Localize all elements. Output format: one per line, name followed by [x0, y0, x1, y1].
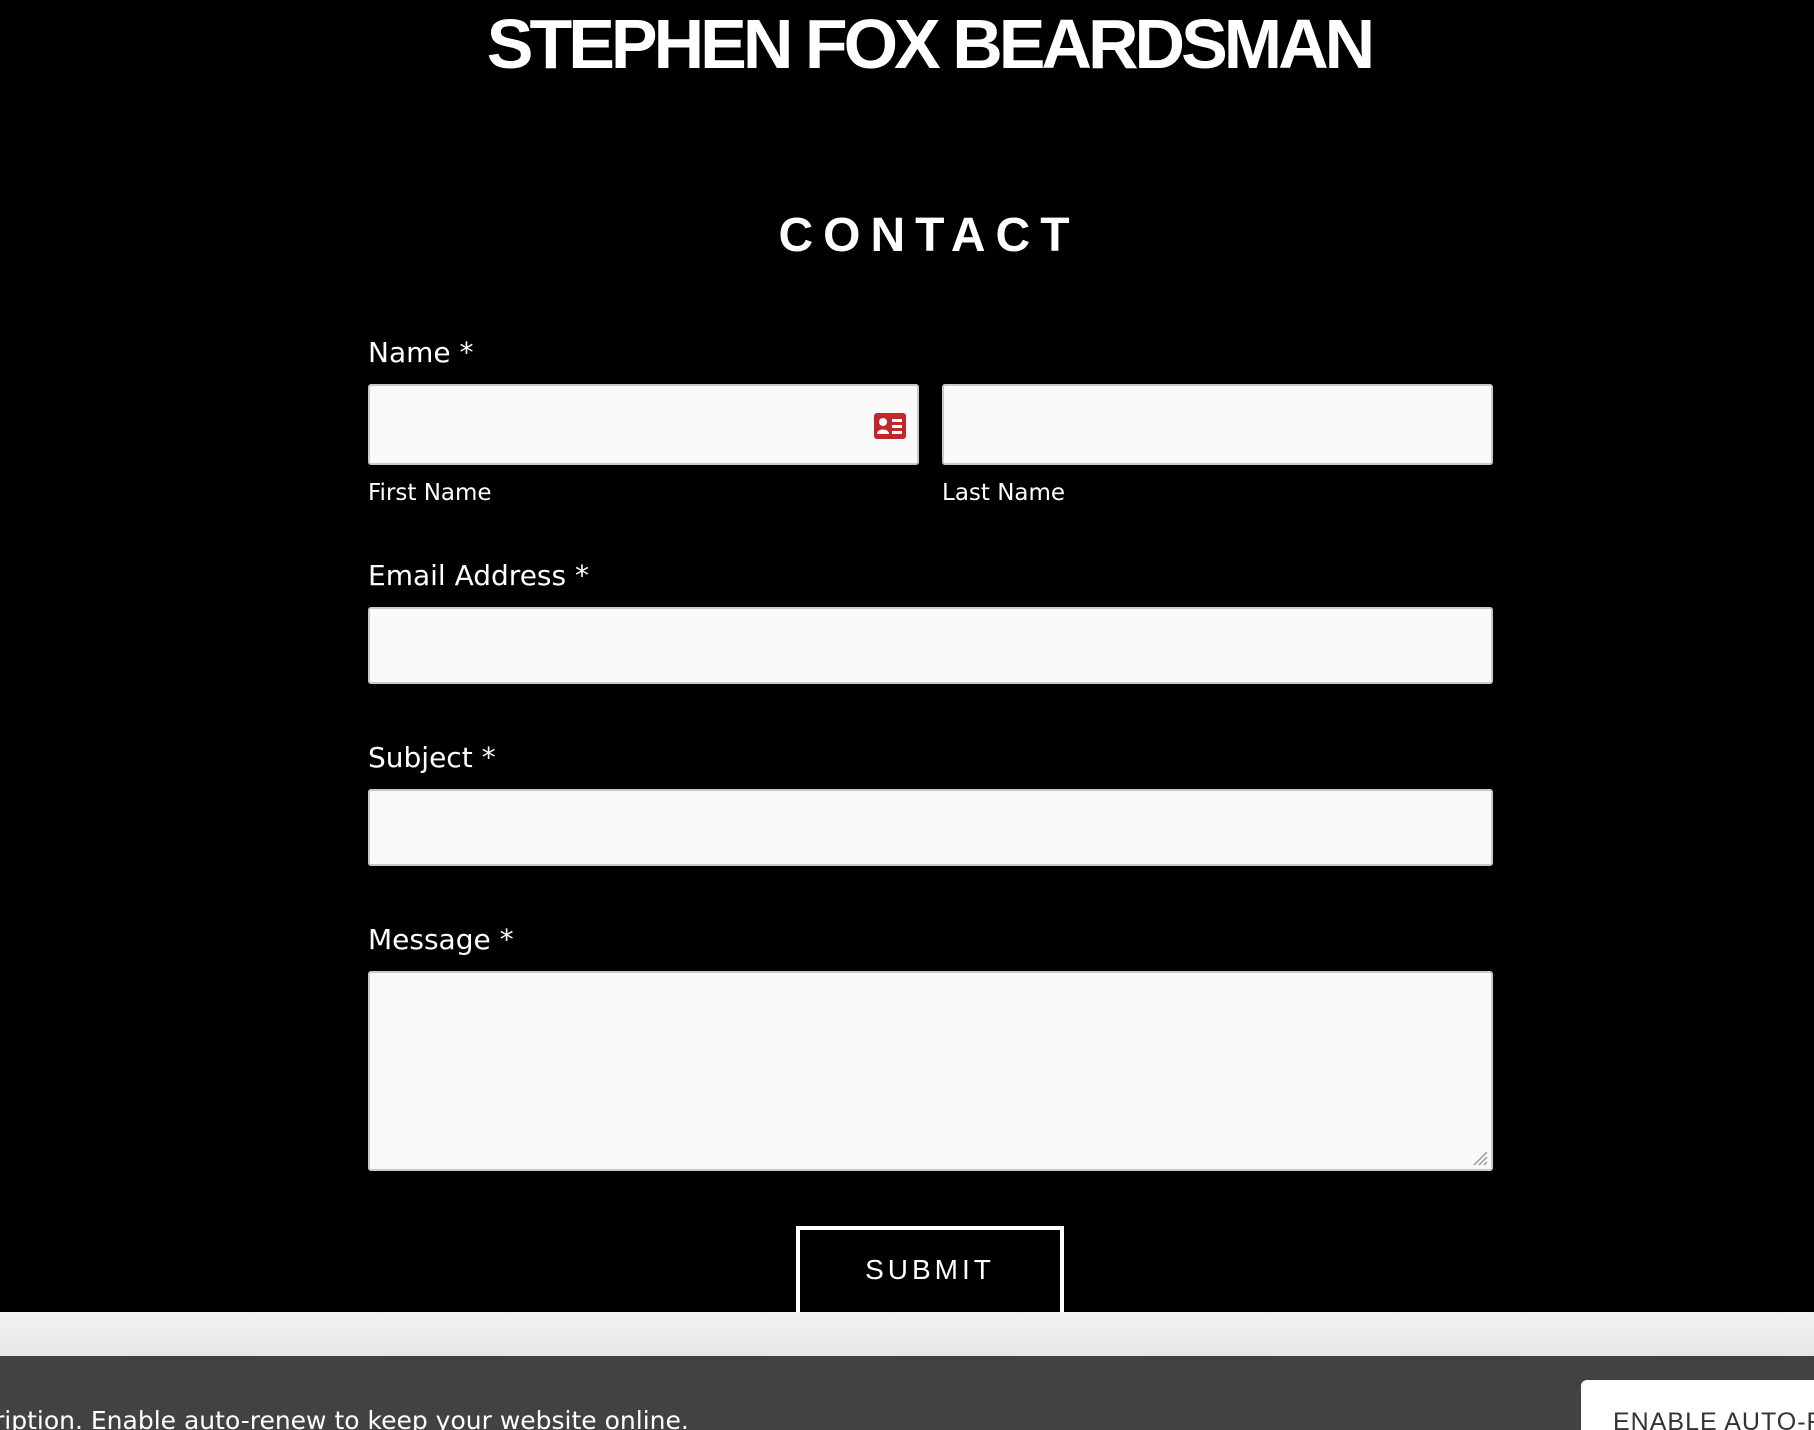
subject-label: Subject * — [368, 741, 496, 774]
name-label: Name * — [368, 336, 474, 369]
first-name-label: First Name — [368, 480, 492, 506]
last-name-field[interactable] — [942, 384, 1493, 465]
auto-renew-message: ription. Enable auto-renew to keep your … — [0, 1406, 689, 1430]
first-name-field[interactable] — [368, 384, 919, 465]
id-card-icon[interactable] — [874, 413, 906, 439]
message-textarea[interactable] — [368, 971, 1493, 1171]
auto-renew-banner: ription. Enable auto-renew to keep your … — [0, 1356, 1814, 1430]
email-label: Email Address * — [368, 559, 589, 592]
contact-page: STEPHEN FOX BEARDSMAN CONTACT Name * Fir… — [0, 0, 1814, 1430]
email-field[interactable] — [368, 607, 1493, 684]
message-label: Message * — [368, 923, 514, 956]
footer-strip — [0, 1312, 1814, 1356]
site-title[interactable]: STEPHEN FOX BEARDSMAN — [0, 6, 1814, 82]
subject-field[interactable] — [368, 789, 1493, 866]
last-name-label: Last Name — [942, 480, 1066, 506]
page-title: CONTACT — [778, 209, 1080, 262]
enable-auto-renew-button[interactable]: ENABLE AUTO-RENEW — [1581, 1380, 1814, 1430]
resize-grip-icon[interactable] — [1470, 1148, 1488, 1166]
